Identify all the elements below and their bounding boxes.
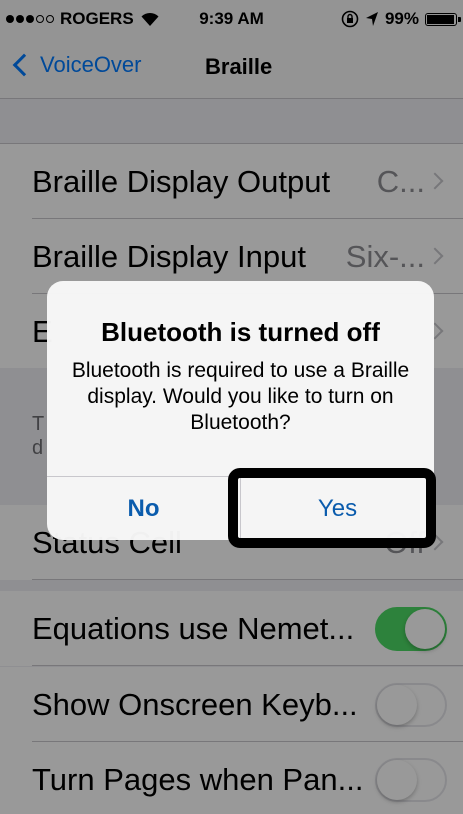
no-button[interactable]: No <box>47 477 240 540</box>
yes-button-highlight <box>228 468 436 548</box>
alert-title: Bluetooth is turned off <box>101 317 380 347</box>
alert-message: Bluetooth is required to use a Braille d… <box>71 359 410 434</box>
screen: ROGERS 9:39 AM 99% VoiceOver Braille Bra… <box>0 0 463 814</box>
